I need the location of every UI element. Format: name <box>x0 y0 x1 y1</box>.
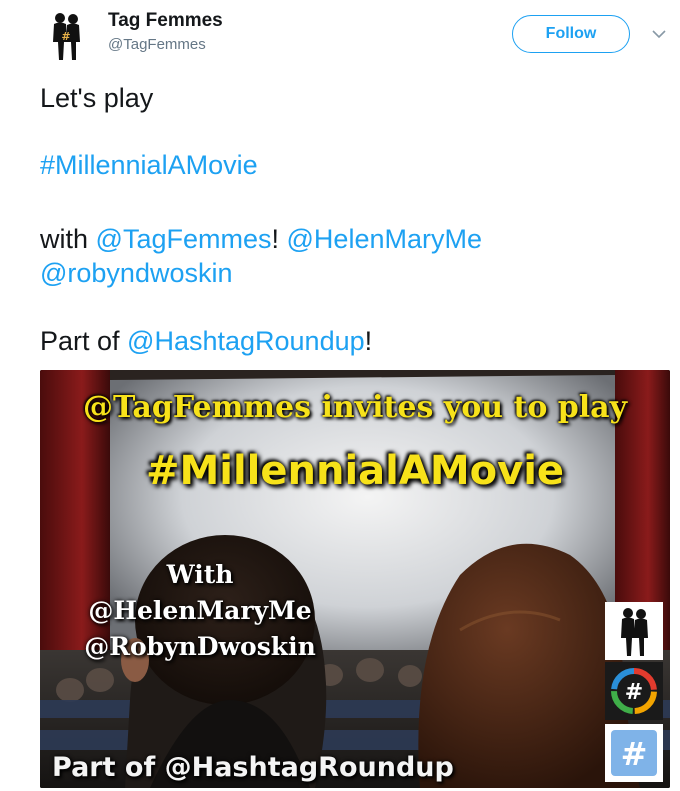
hashtag-roundup-badge-icon: # <box>605 662 663 720</box>
image-caption-hashtag: #MillennialAMovie <box>145 448 565 494</box>
hashtag-blue-badge-icon: # <box>605 724 663 782</box>
badge-hash-text-2: # <box>621 735 648 773</box>
image-caption-robyn: @RobynDwoskin <box>84 632 316 661</box>
account-handle[interactable]: @TagFemmes <box>108 36 206 53</box>
image-caption-top: @TagFemmes invites you to play <box>82 390 628 425</box>
follow-button[interactable]: Follow <box>512 15 630 53</box>
image-caption-with: With <box>166 560 234 589</box>
tweet-line-2: #MillennialAMovie <box>40 147 258 183</box>
chevron-down-icon[interactable] <box>649 24 669 44</box>
tag-femmes-badge-icon <box>605 602 663 660</box>
tweet-image[interactable]: @TagFemmes invites you to play #Millenni… <box>40 370 670 788</box>
tweet-line-4: @robyndwoskin <box>40 255 233 291</box>
image-caption-helen: @HelenMaryMe <box>88 596 312 625</box>
mention-roundup-link[interactable]: @HashtagRoundup <box>127 326 365 356</box>
mention-helen-link[interactable]: @HelenMaryMe <box>287 224 482 254</box>
avatar[interactable]: # <box>38 8 94 64</box>
exclaim-text: ! <box>271 224 279 254</box>
tweet-line-3: with @TagFemmes! @HelenMaryMe <box>40 221 482 257</box>
hashtag-link[interactable]: #MillennialAMovie <box>40 150 258 180</box>
image-caption-bottom: Part of @HashtagRoundup <box>52 752 454 783</box>
badge-hash-text-1: # <box>625 680 643 705</box>
tweet-line-1: Let's play <box>40 83 154 113</box>
mention-tagfemmes-link[interactable]: @TagFemmes <box>96 224 272 254</box>
part-of-text: Part of <box>40 326 128 356</box>
mention-robyn-link[interactable]: @robyndwoskin <box>40 258 233 288</box>
tweet-header: # Tag Femmes @TagFemmes Follow <box>0 0 680 72</box>
exclaim-text-2: ! <box>364 326 373 356</box>
account-name[interactable]: Tag Femmes <box>108 10 223 32</box>
svg-text:#: # <box>61 30 70 43</box>
with-text: with <box>40 224 96 254</box>
tweet-line-5: Part of @HashtagRoundup! <box>40 323 372 359</box>
tag-femmes-logo-icon: # <box>38 8 94 64</box>
